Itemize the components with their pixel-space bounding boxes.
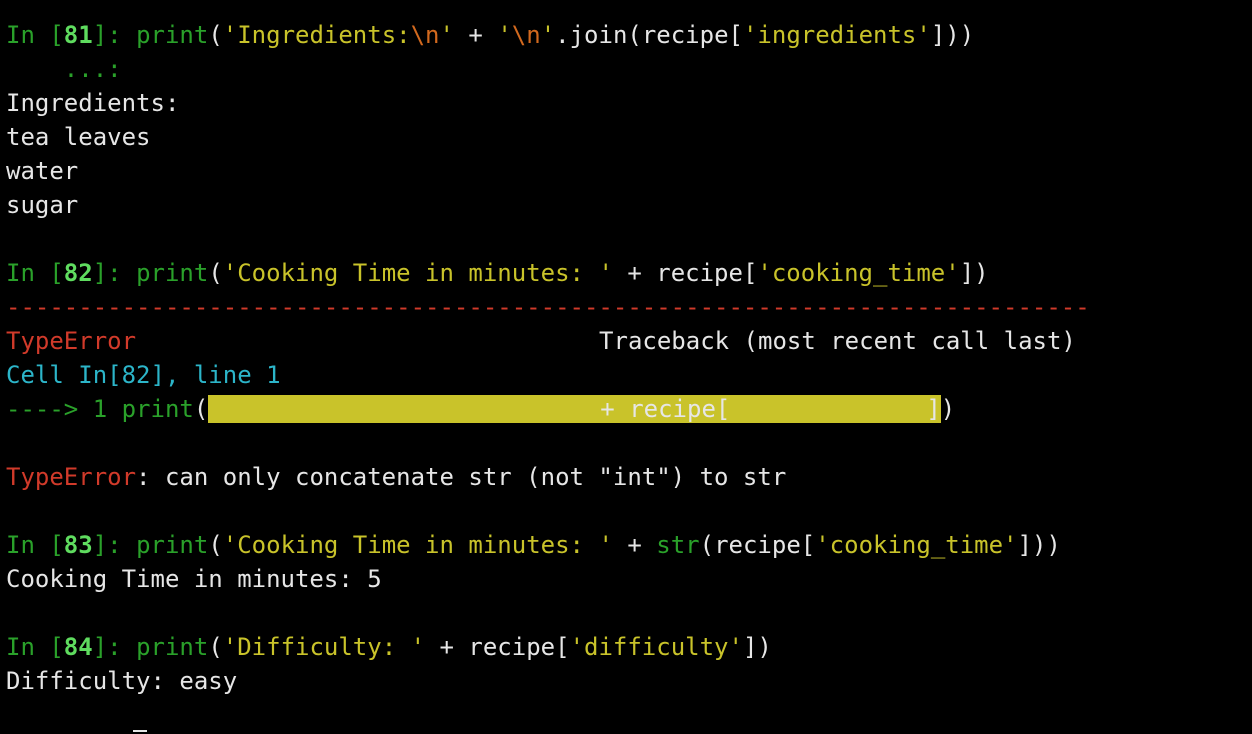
code-key: 'cooking_time' — [757, 259, 960, 287]
output-line: Ingredients: — [6, 89, 180, 117]
code-escape: \n — [511, 21, 541, 49]
highlight-text: + recipe[ — [600, 395, 731, 423]
code-string-end: ' — [540, 21, 556, 49]
prompt-close: ]: — [92, 21, 137, 49]
prompt-number: 84 — [63, 633, 93, 661]
traceback-header: TypeError Traceback (most recent call las… — [6, 324, 1252, 358]
code-text: (recipe[ — [699, 531, 816, 559]
code-escape: \n — [410, 21, 440, 49]
code-paren: ( — [208, 21, 223, 49]
traceback-rule: ----------------------------------------… — [6, 293, 1090, 321]
error-message: : can only concatenate str (not "int") t… — [136, 463, 787, 491]
output-line: sugar — [6, 191, 79, 219]
code-paren: ( — [208, 259, 223, 287]
code-function: print — [136, 21, 209, 49]
code-string: 'Difficulty: ' — [222, 633, 426, 661]
cell-reference: Cell In[82], line 1 — [6, 361, 281, 389]
input-line-82: In [82]: print('Cooking Time in minutes:… — [6, 256, 1252, 290]
output-line: Difficulty: easy — [6, 667, 238, 695]
code-function: print — [121, 395, 194, 423]
output-line: water — [6, 157, 79, 185]
code-function: print — [136, 531, 209, 559]
code-function: print — [136, 633, 209, 661]
code-paren: ( — [193, 395, 209, 423]
code-close: ])) — [1017, 531, 1061, 559]
code-text: .join(recipe[ — [555, 21, 743, 49]
code-builtin: str — [656, 531, 700, 559]
code-text: + recipe[ — [612, 259, 758, 287]
prompt-in: In [ — [6, 259, 64, 287]
prompt-close: ]: — [92, 259, 137, 287]
continuation-prompt: ...: — [6, 55, 122, 83]
code-string: 'Cooking Time in minutes: ' — [222, 259, 613, 287]
traceback-arrow: ----> 1 — [6, 395, 122, 423]
prompt-close: ]: — [92, 531, 137, 559]
prompt-number: 81 — [63, 21, 93, 49]
code-paren: ( — [208, 531, 223, 559]
traceback-label: Traceback (most recent call last) — [599, 327, 1076, 355]
prompt-in: In [ — [6, 531, 64, 559]
error-type: TypeError — [6, 327, 137, 355]
code-key: 'difficulty' — [569, 633, 743, 661]
text-cursor[interactable] — [133, 730, 147, 732]
code-close: ])) — [930, 21, 975, 49]
input-line-83: In [83]: print('Cooking Time in minutes:… — [6, 528, 1252, 562]
code-string-end: ' — [439, 21, 454, 49]
code-key: 'ingredients' — [742, 21, 931, 49]
input-line-81: In [81]: print('Ingredients:\n' + '\n'.j… — [6, 18, 1252, 52]
output-line: tea leaves — [6, 123, 151, 151]
input-line-84: In [84]: print('Difficulty: ' + recipe['… — [6, 630, 1252, 664]
prompt-close: ]: — [92, 633, 137, 661]
error-highlight: + recipe[] — [208, 395, 941, 423]
output-line: Cooking Time in minutes: 5 — [6, 565, 382, 593]
code-paren: ( — [208, 633, 223, 661]
code-operator: + — [612, 531, 657, 559]
code-close: ) — [940, 395, 956, 423]
code-string-start: ' — [497, 21, 512, 49]
prompt-in: In [ — [6, 21, 64, 49]
code-function: print — [136, 259, 209, 287]
code-close: ]) — [742, 633, 772, 661]
code-text: + recipe[ — [425, 633, 570, 661]
prompt-number: 83 — [63, 531, 93, 559]
prompt-number: 82 — [63, 259, 93, 287]
traceback-arrow-line: ----> 1 print(+ recipe[]) — [6, 392, 1252, 426]
error-message-line: TypeError: can only concatenate str (not… — [6, 460, 1252, 494]
code-string: 'Ingredients: — [222, 21, 411, 49]
ipython-terminal[interactable]: In [81]: print('Ingredients:\n' + '\n'.j… — [6, 18, 1252, 698]
error-type: TypeError — [6, 463, 137, 491]
code-key: 'cooking_time' — [815, 531, 1018, 559]
prompt-in: In [ — [6, 633, 64, 661]
code-close: ]) — [959, 259, 989, 287]
code-operator: + — [453, 21, 498, 49]
code-string: 'Cooking Time in minutes: ' — [222, 531, 613, 559]
highlight-bracket: ] — [926, 395, 941, 423]
